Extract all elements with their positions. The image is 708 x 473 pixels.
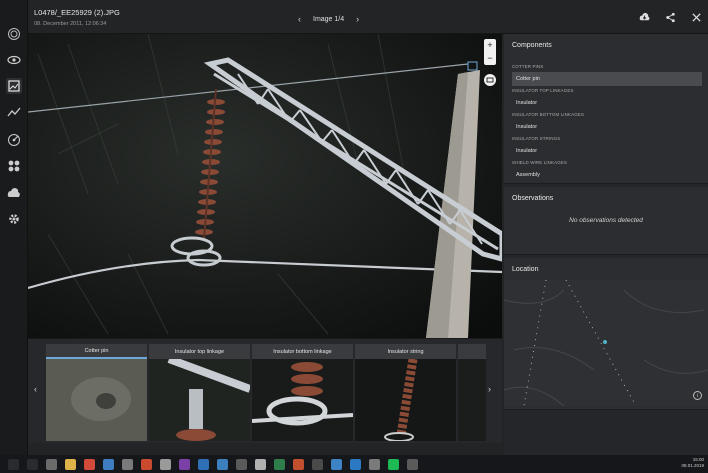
component-thumbnail-strip: ‹ Cotter pin Insulator top linkage Insul… bbox=[28, 338, 502, 443]
component-group: SHIELD WIRE LINKAGES Assembly bbox=[512, 160, 702, 182]
component-item-insulator[interactable]: Insulator bbox=[512, 96, 702, 110]
image-counter: Image 1/4 bbox=[313, 15, 345, 23]
thumbnail-label: Insulator bottom linkage bbox=[252, 344, 353, 359]
app-icon[interactable] bbox=[369, 458, 380, 470]
cloud-upload-icon[interactable] bbox=[6, 185, 22, 201]
zoom-out-button[interactable]: − bbox=[487, 54, 492, 63]
close-icon[interactable] bbox=[690, 11, 702, 23]
eye-icon[interactable] bbox=[6, 52, 22, 68]
prev-image-button[interactable]: ‹ bbox=[298, 14, 301, 24]
start-button-icon[interactable] bbox=[8, 458, 19, 470]
nodes-icon[interactable] bbox=[6, 158, 22, 174]
component-item-insulator[interactable]: Insulator bbox=[512, 144, 702, 158]
thumbnail-cotter-pin[interactable]: Cotter pin bbox=[46, 344, 147, 441]
file-explorer-icon[interactable] bbox=[65, 458, 76, 470]
thumbnail-image bbox=[355, 359, 456, 441]
fit-screen-icon bbox=[486, 77, 494, 83]
thumbnail-image bbox=[46, 359, 147, 441]
active-app-icon[interactable] bbox=[331, 458, 342, 470]
group-caption: SHIELD WIRE LINKAGES bbox=[512, 160, 568, 165]
app-window: L0478/_EE25929 (2).JPG 08. December 2011… bbox=[0, 0, 708, 455]
app-icon[interactable] bbox=[255, 458, 266, 470]
thumbnail-label: Cotter pin bbox=[46, 344, 147, 359]
component-item-assembly[interactable]: Assembly bbox=[512, 168, 702, 182]
app-icon[interactable] bbox=[312, 458, 323, 470]
thumbnail-image bbox=[252, 359, 353, 441]
task-view-icon[interactable] bbox=[46, 458, 57, 470]
app-icon[interactable] bbox=[407, 458, 418, 470]
location-title: Location bbox=[512, 266, 539, 273]
thumbnail-insulator-top-linkage[interactable]: Insulator top linkage bbox=[149, 344, 250, 441]
zoom-in-button[interactable]: + bbox=[487, 41, 492, 50]
thumbnail-insulator-string[interactable]: Insulator string bbox=[355, 344, 456, 441]
observations-card: Observations No observations detected bbox=[504, 187, 708, 255]
thumbnail-label bbox=[458, 344, 486, 359]
left-rail bbox=[0, 0, 28, 455]
image-filename: L0478/_EE25929 (2).JPG bbox=[34, 8, 120, 17]
edge-icon[interactable] bbox=[350, 458, 361, 470]
observations-title: Observations bbox=[512, 195, 554, 202]
top-bar: L0478/_EE25929 (2).JPG 08. December 2011… bbox=[28, 0, 708, 34]
thumbnail-label: Insulator top linkage bbox=[149, 344, 250, 359]
thumbnail-image bbox=[458, 359, 486, 441]
group-caption: INSULATOR BOTTOM LINKAGES bbox=[512, 112, 585, 117]
thumbnail-image bbox=[149, 359, 250, 441]
cloud-download-icon[interactable] bbox=[638, 11, 650, 23]
spotify-icon[interactable] bbox=[388, 458, 399, 470]
app-icon[interactable] bbox=[293, 458, 304, 470]
components-title: Components bbox=[512, 42, 552, 49]
thumbnail-insulator-bottom-linkage[interactable]: Insulator bottom linkage bbox=[252, 344, 353, 441]
component-group: COTTER PINS Cotter pin bbox=[512, 64, 702, 86]
onenote-icon[interactable] bbox=[179, 458, 190, 470]
top-actions bbox=[638, 11, 702, 23]
thumbnail-partial[interactable] bbox=[458, 344, 486, 441]
component-item-insulator[interactable]: Insulator bbox=[512, 120, 702, 134]
system-tray[interactable]: 15:00 08.01.2019 bbox=[681, 457, 704, 469]
share-icon[interactable] bbox=[664, 11, 676, 23]
no-observations-text: No observations detected bbox=[569, 217, 643, 224]
search-icon[interactable] bbox=[27, 458, 38, 470]
thumbnail-prev-button[interactable]: ‹ bbox=[34, 384, 37, 394]
location-map[interactable]: i bbox=[504, 280, 708, 406]
zoom-controls: + − bbox=[484, 39, 496, 65]
app-icon[interactable] bbox=[236, 458, 247, 470]
excel-icon[interactable] bbox=[274, 458, 285, 470]
components-card: Components COTTER PINS Cotter pin INSULA… bbox=[504, 34, 708, 184]
app-icon[interactable] bbox=[103, 458, 114, 470]
fit-view-button[interactable] bbox=[484, 74, 496, 86]
next-image-button[interactable]: › bbox=[356, 14, 359, 24]
right-panel: Components COTTER PINS Cotter pin INSULA… bbox=[504, 34, 708, 455]
component-group: INSULATOR TOP LINKAGES Insulator bbox=[512, 88, 702, 110]
image-pager: ‹ Image 1/4 › bbox=[298, 14, 359, 24]
powerpoint-icon[interactable] bbox=[141, 458, 152, 470]
visual-studio-icon[interactable] bbox=[217, 458, 228, 470]
inspection-photo[interactable] bbox=[28, 34, 502, 338]
trend-chart-icon[interactable] bbox=[6, 104, 22, 120]
map-image bbox=[504, 280, 708, 406]
location-card: Location i bbox=[504, 258, 708, 410]
tray-date: 08.01.2019 bbox=[681, 463, 704, 468]
chrome-icon[interactable] bbox=[84, 458, 95, 470]
group-caption: INSULATOR STRINGS bbox=[512, 136, 561, 141]
radar-icon[interactable] bbox=[6, 132, 22, 148]
component-item-cotter-pin[interactable]: Cotter pin bbox=[512, 72, 702, 86]
word-icon[interactable] bbox=[198, 458, 209, 470]
logo-icon bbox=[6, 26, 22, 42]
thumbnail-next-button[interactable]: › bbox=[488, 384, 491, 394]
thumbnail-label: Insulator string bbox=[355, 344, 456, 359]
os-taskbar: 15:00 08.01.2019 bbox=[0, 455, 708, 473]
power-pylon-image bbox=[28, 34, 502, 338]
map-info-button[interactable]: i bbox=[693, 391, 702, 400]
gallery-icon[interactable] bbox=[6, 78, 22, 94]
settings-gear-icon[interactable] bbox=[6, 211, 22, 227]
component-group: INSULATOR STRINGS Insulator bbox=[512, 136, 702, 158]
component-group: INSULATOR BOTTOM LINKAGES Insulator bbox=[512, 112, 702, 134]
app-icon[interactable] bbox=[122, 458, 133, 470]
image-datetime: 08. December 2011, 12:06:34 bbox=[34, 21, 107, 27]
app-icon[interactable] bbox=[160, 458, 171, 470]
group-caption: COTTER PINS bbox=[512, 64, 544, 69]
group-caption: INSULATOR TOP LINKAGES bbox=[512, 88, 574, 93]
